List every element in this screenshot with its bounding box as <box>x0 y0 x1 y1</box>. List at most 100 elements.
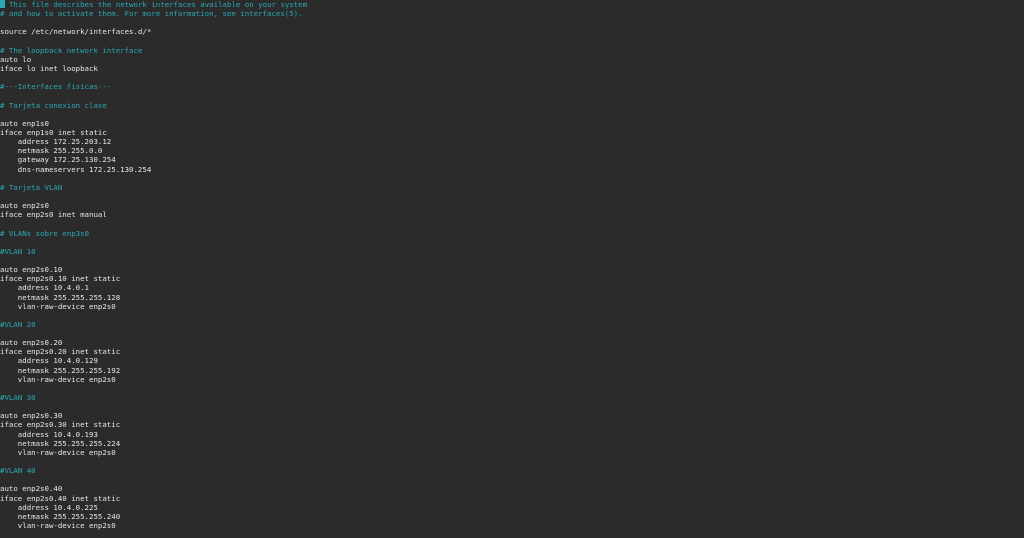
line-text: auto enp2s0.20 <box>0 338 63 348</box>
code-line: address 10.4.0.225 <box>0 503 307 512</box>
line-text: netmask 255.255.255.240 <box>0 511 121 521</box>
terminal-window: This file describes the network interfac… <box>0 0 1024 538</box>
comment-line: # The loopback network interface <box>0 46 307 55</box>
line-text: #VLAN 40 <box>0 466 36 476</box>
code-line: auto enp2s0.10 <box>0 265 307 274</box>
line-text: auto enp1s0 <box>0 118 49 128</box>
code-line: auto enp1s0 <box>0 119 307 128</box>
line-text: auto enp2s0.10 <box>0 265 63 275</box>
line-text: address 10.4.0.129 <box>0 356 98 366</box>
comment-line: This file describes the network interfac… <box>0 0 307 9</box>
code-line: iface lo inet loopback <box>0 64 307 73</box>
code-line: vlan-raw-device enp2s0 <box>0 448 307 457</box>
code-line: iface enp2s0 inet manual <box>0 210 307 219</box>
line-text: gateway 172.25.130.254 <box>0 155 116 165</box>
code-line: netmask 255.255.0.0 <box>0 146 307 155</box>
line-text: netmask 255.255.255.192 <box>0 365 121 375</box>
line-text: auto lo <box>0 54 32 64</box>
code-line: iface enp2s0.30 inet static <box>0 420 307 429</box>
code-line: iface enp2s0.10 inet static <box>0 274 307 283</box>
line-text: dns-nameservers 172.25.130.254 <box>0 164 152 174</box>
line-text: # Tarjeta conexion clase <box>0 100 107 110</box>
line-text: iface lo inet loopback <box>0 63 98 73</box>
line-text: auto enp2s0.40 <box>0 484 63 494</box>
line-text: #VLAN 10 <box>0 246 36 256</box>
text-editor-area[interactable]: This file describes the network interfac… <box>0 0 307 530</box>
line-text: auto enp2s0 <box>0 201 49 211</box>
comment-line: #---Interfaces fisicas--- <box>0 82 307 91</box>
line-text: #VLAN 30 <box>0 393 36 403</box>
line-text: vlan-raw-device enp2s0 <box>0 521 116 531</box>
code-line: address 10.4.0.1 <box>0 283 307 292</box>
line-text: iface enp2s0.40 inet static <box>0 493 121 503</box>
line-text: vlan-raw-device enp2s0 <box>0 447 116 457</box>
line-text: This file describes the network interfac… <box>4 0 308 9</box>
code-line: netmask 255.255.255.224 <box>0 439 307 448</box>
code-line: address 10.4.0.193 <box>0 430 307 439</box>
code-line: auto enp2s0 <box>0 201 307 210</box>
comment-line: # Tarjeta VLAN <box>0 183 307 192</box>
code-line: dns-nameservers 172.25.130.254 <box>0 165 307 174</box>
line-text: netmask 255.255.0.0 <box>0 146 103 156</box>
code-line: auto enp2s0.40 <box>0 484 307 493</box>
line-text: address 10.4.0.225 <box>0 502 98 512</box>
line-text: # The loopback network interface <box>0 45 143 55</box>
line-text: source /etc/network/interfaces.d/* <box>0 27 152 37</box>
comment-line: # and how to activate them. For more inf… <box>0 9 307 18</box>
line-text: auto enp2s0.30 <box>0 411 63 421</box>
line-text: iface enp1s0 inet static <box>0 127 107 137</box>
line-text: # Tarjeta VLAN <box>0 182 63 192</box>
comment-line: #VLAN 20 <box>0 320 307 329</box>
code-line: vlan-raw-device enp2s0 <box>0 302 307 311</box>
comment-line: #VLAN 40 <box>0 466 307 475</box>
line-text: iface enp2s0.10 inet static <box>0 274 121 284</box>
code-line: address 10.4.0.129 <box>0 356 307 365</box>
line-text: iface enp2s0 inet manual <box>0 210 107 220</box>
line-text: # and how to activate them. For more inf… <box>0 9 303 19</box>
line-text: netmask 255.255.255.224 <box>0 438 121 448</box>
code-line: netmask 255.255.255.192 <box>0 366 307 375</box>
code-line: address 172.25.203.12 <box>0 137 307 146</box>
code-line: vlan-raw-device enp2s0 <box>0 375 307 384</box>
line-text: address 10.4.0.193 <box>0 429 98 439</box>
code-line: iface enp2s0.40 inet static <box>0 494 307 503</box>
code-line: iface enp2s0.20 inet static <box>0 347 307 356</box>
comment-line: # Tarjeta conexion clase <box>0 101 307 110</box>
code-line: netmask 255.255.255.128 <box>0 293 307 302</box>
line-text: iface enp2s0.30 inet static <box>0 420 121 430</box>
comment-line: #VLAN 10 <box>0 247 307 256</box>
line-text: address 10.4.0.1 <box>0 283 89 293</box>
code-line: gateway 172.25.130.254 <box>0 155 307 164</box>
comment-line: #VLAN 30 <box>0 393 307 402</box>
code-line: vlan-raw-device enp2s0 <box>0 521 307 530</box>
line-text: iface enp2s0.20 inet static <box>0 347 121 357</box>
comment-line: # VLANs sobre enp3s0 <box>0 229 307 238</box>
code-line: source /etc/network/interfaces.d/* <box>0 27 307 36</box>
line-text: netmask 255.255.255.128 <box>0 292 121 302</box>
line-text: #---Interfaces fisicas--- <box>0 82 112 92</box>
line-text: vlan-raw-device enp2s0 <box>0 301 116 311</box>
code-line: auto enp2s0.30 <box>0 411 307 420</box>
line-text: #VLAN 20 <box>0 319 36 329</box>
code-line: auto lo <box>0 55 307 64</box>
code-line: netmask 255.255.255.240 <box>0 512 307 521</box>
code-line: iface enp1s0 inet static <box>0 128 307 137</box>
line-text: vlan-raw-device enp2s0 <box>0 374 116 384</box>
line-text: address 172.25.203.12 <box>0 137 112 147</box>
